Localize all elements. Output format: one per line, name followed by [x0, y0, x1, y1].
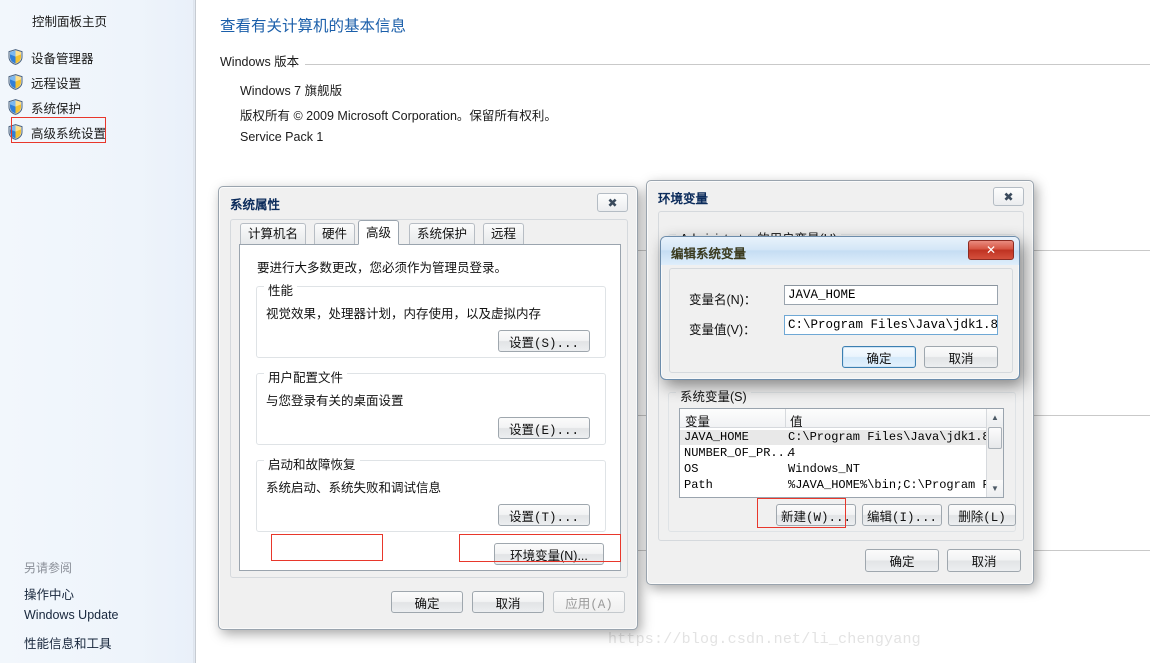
system-properties-cancel-button[interactable]: 取消 — [472, 591, 544, 613]
system-properties-ok-button[interactable]: 确定 — [391, 591, 463, 613]
section-heading-windows-edition: Windows 版本 — [220, 51, 306, 70]
sidebar-item-label: 远程设置 — [31, 76, 82, 91]
table-row[interactable]: NUMBER_OF_PR... 4 — [680, 446, 1003, 461]
page-title: 查看有关计算机的基本信息 — [220, 18, 407, 35]
sidebar-item-label: 系统保护 — [31, 101, 82, 116]
edit-system-variable-dialog: 编辑系统变量 ✕ 变量名(N)： JAVA_HOME 变量值(V)： C:\Pr… — [660, 236, 1020, 380]
section-divider — [290, 64, 1150, 65]
scrollbar-thumb[interactable] — [988, 427, 1002, 449]
performance-description: 视觉效果，处理器计划，内存使用，以及虚拟内存 — [266, 307, 542, 321]
windows-copyright: 版权所有 © 2009 Microsoft Corporation。保留所有权利… — [240, 109, 557, 123]
sidebar-item-home[interactable]: 控制面板主页 — [32, 11, 107, 30]
tab-remote[interactable]: 远程 — [483, 223, 525, 244]
user-profiles-settings-button[interactable]: 设置(E)... — [498, 417, 590, 439]
edit-system-variable-button[interactable]: 编辑(I)... — [862, 504, 942, 526]
sidebar-item-label: 设备管理器 — [31, 51, 94, 66]
see-also-heading: 另请参阅 — [24, 561, 73, 575]
user-profiles-group-label: 用户配置文件 — [264, 367, 348, 386]
admin-notice: 要进行大多数更改，您必须作为管理员登录。 — [257, 261, 508, 275]
shield-icon — [8, 49, 23, 65]
edit-dialog-cancel-button[interactable]: 取消 — [924, 346, 998, 368]
delete-system-variable-button[interactable]: 删除(L) — [948, 504, 1016, 526]
variable-name: JAVA_HOME — [684, 430, 749, 444]
windows-service-pack: Service Pack 1 — [240, 130, 324, 144]
windows-edition-name: Windows 7 旗舰版 — [240, 84, 343, 98]
sidebar-item-system-protection[interactable]: 系统保护 — [8, 96, 81, 118]
environment-variables-title: 环境变量 — [658, 192, 709, 206]
variable-name: NUMBER_OF_PR... — [684, 446, 793, 460]
startup-recovery-description: 系统启动、系统失败和调试信息 — [266, 481, 442, 495]
sidebar-item-device-manager[interactable]: 设备管理器 — [8, 46, 94, 68]
scroll-up-icon[interactable]: ▲ — [987, 409, 1003, 426]
environment-variables-button[interactable]: 环境变量(N)... — [494, 543, 604, 565]
edit-dialog-ok-button[interactable]: 确定 — [842, 346, 916, 368]
variable-value: Windows_NT — [788, 462, 861, 476]
advanced-tab-panel: 要进行大多数更改，您必须作为管理员登录。 性能 视觉效果，处理器计划，内存使用，… — [239, 244, 621, 571]
table-row[interactable]: OS Windows_NT — [680, 462, 1003, 477]
control-panel-sidebar: 控制面板主页 设备管理器 远程设置 系统保护 高级系统设置 另请参阅 操作中心 … — [0, 0, 196, 663]
tab-system-protection[interactable]: 系统保护 — [409, 223, 476, 244]
list-header: 变量 值 — [680, 409, 1003, 429]
variable-value: C:\Program Files\Java\jdk1.8.0_181 — [788, 430, 1003, 444]
variable-name: OS — [684, 462, 699, 476]
system-properties-title: 系统属性 — [230, 198, 281, 212]
variable-name-label: 变量名(N)： — [689, 293, 757, 307]
column-header-name: 变量 — [685, 415, 711, 429]
sidebar-item-remote-settings[interactable]: 远程设置 — [8, 71, 81, 93]
watermark: https://blog.csdn.net/li_chengyang — [608, 631, 921, 648]
table-row[interactable]: Path %JAVA_HOME%\bin;C:\Program File — [680, 478, 1003, 493]
tab-advanced[interactable]: 高级 — [358, 220, 400, 245]
scroll-down-icon[interactable]: ▼ — [987, 480, 1003, 497]
performance-settings-button[interactable]: 设置(S)... — [498, 330, 590, 352]
variable-name: Path — [684, 478, 713, 492]
column-header-value: 值 — [790, 415, 803, 429]
shield-icon — [8, 99, 23, 115]
sidebar-item-label: 高级系统设置 — [31, 126, 107, 141]
variable-value: 4 — [788, 446, 796, 460]
close-icon[interactable]: ✖ — [597, 193, 628, 212]
tab-hardware[interactable]: 硬件 — [314, 223, 356, 244]
table-row[interactable]: JAVA_HOME C:\Program Files\Java\jdk1.8.0… — [680, 430, 1003, 445]
system-variables-group-label: 系统变量(S) — [676, 386, 751, 405]
system-properties-apply-button: 应用(A) — [553, 591, 625, 613]
shield-icon — [8, 74, 23, 90]
sidebar-link-performance-tools[interactable]: 性能信息和工具 — [24, 633, 112, 652]
startup-recovery-settings-button[interactable]: 设置(T)... — [498, 504, 590, 526]
shield-icon — [8, 124, 23, 140]
environment-variables-cancel-button[interactable]: 取消 — [947, 549, 1021, 572]
close-icon[interactable]: ✕ — [968, 240, 1014, 260]
user-profiles-description: 与您登录有关的桌面设置 — [266, 394, 404, 408]
variable-value-input[interactable]: C:\Program Files\Java\jdk1.8.0_181 — [784, 315, 998, 335]
new-system-variable-button[interactable]: 新建(W)... — [776, 504, 856, 526]
environment-variables-ok-button[interactable]: 确定 — [865, 549, 939, 572]
list-scrollbar[interactable]: ▲ ▼ — [986, 409, 1003, 497]
sidebar-link-windows-update[interactable]: Windows Update — [24, 608, 119, 622]
system-properties-body: 计算机名 硬件 高级 系统保护 远程 要进行大多数更改，您必须作为管理员登录。 … — [230, 219, 628, 578]
sidebar-item-advanced-system-settings[interactable]: 高级系统设置 — [8, 121, 106, 143]
edit-dialog-body: 变量名(N)： JAVA_HOME 变量值(V)： C:\Program Fil… — [669, 268, 1013, 373]
performance-group-label: 性能 — [264, 280, 298, 299]
edit-system-variable-title: 编辑系统变量 — [671, 247, 747, 261]
variable-value: %JAVA_HOME%\bin;C:\Program File — [788, 478, 1004, 492]
variable-value-label: 变量值(V)： — [689, 323, 756, 337]
close-icon[interactable]: ✖ — [993, 187, 1024, 206]
system-properties-dialog: 系统属性 ✖ 计算机名 硬件 高级 系统保护 远程 要进行大多数更改，您必须作为… — [218, 186, 638, 630]
startup-recovery-group-label: 启动和故障恢复 — [264, 454, 360, 473]
variable-name-input[interactable]: JAVA_HOME — [784, 285, 998, 305]
system-variables-list[interactable]: 变量 值 JAVA_HOME C:\Program Files\Java\jdk… — [679, 408, 1004, 498]
sidebar-link-action-center[interactable]: 操作中心 — [24, 584, 74, 603]
tab-computer-name[interactable]: 计算机名 — [240, 223, 307, 244]
